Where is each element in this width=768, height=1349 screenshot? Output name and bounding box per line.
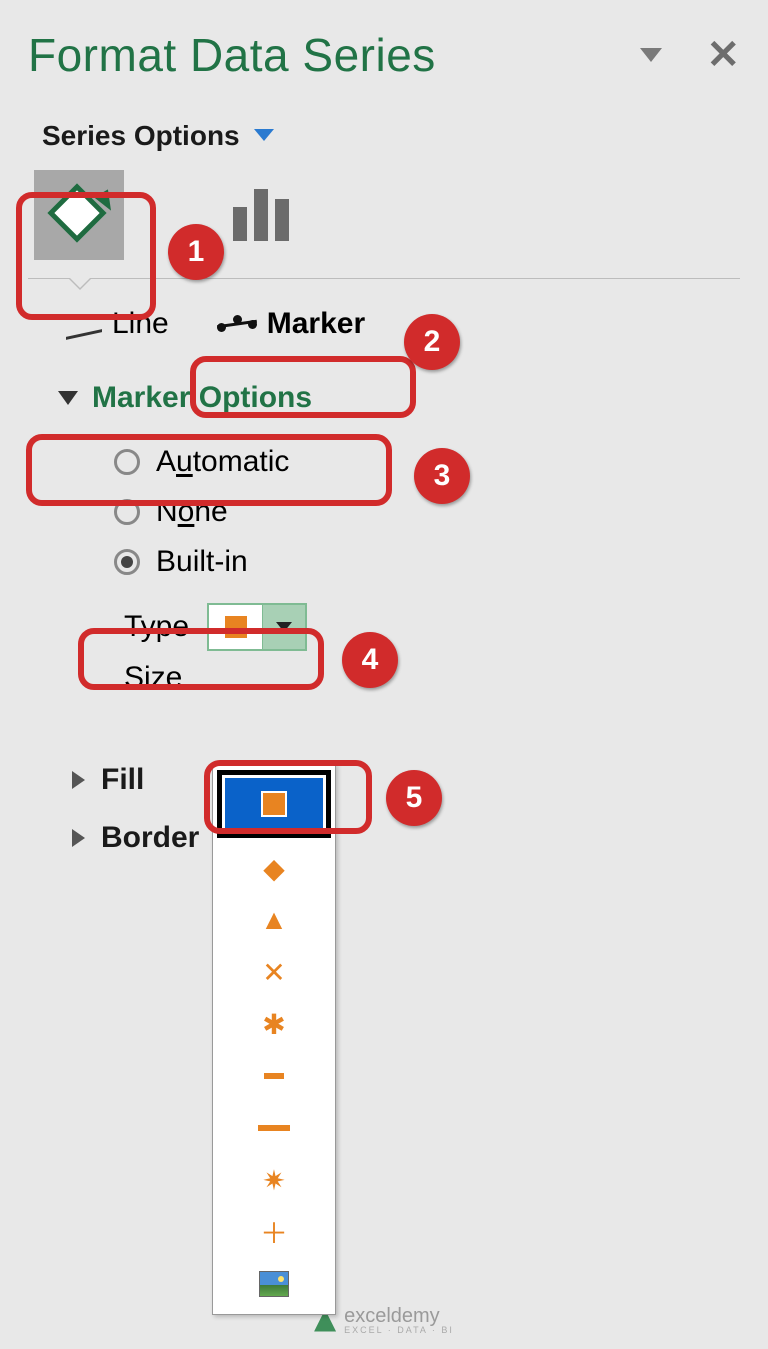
radio-none-label: None bbox=[156, 495, 228, 529]
bar-chart-icon bbox=[233, 189, 289, 241]
radio-icon bbox=[114, 499, 140, 525]
radio-built-in[interactable]: Built-in bbox=[28, 537, 740, 587]
dropdown-item-star[interactable]: ✷ bbox=[213, 1154, 335, 1206]
fill-and-line-tab[interactable] bbox=[34, 170, 124, 260]
fill-label: Fill bbox=[101, 763, 144, 797]
chevron-down-icon bbox=[254, 129, 274, 144]
tab-marker-label: Marker bbox=[267, 307, 365, 341]
marker-type-dropdown[interactable]: ◆ ▲ ✕ ✱ ✷ ＋ bbox=[212, 763, 336, 1315]
series-options-menu[interactable]: Series Options bbox=[28, 120, 740, 152]
tab-line[interactable]: Line bbox=[56, 303, 179, 345]
panel-options-dropdown-icon[interactable] bbox=[640, 48, 662, 62]
border-label: Border bbox=[101, 821, 199, 855]
dropdown-item-short-dash[interactable] bbox=[213, 1050, 335, 1102]
marker-icon bbox=[217, 312, 257, 336]
radio-none[interactable]: None bbox=[28, 487, 740, 537]
dropdown-item-diamond[interactable]: ◆ bbox=[213, 842, 335, 894]
section-marker-options[interactable]: Marker Options bbox=[28, 373, 740, 423]
square-marker-icon bbox=[225, 616, 247, 638]
radio-automatic-label: Automatic bbox=[156, 445, 289, 479]
radio-built-in-label: Built-in bbox=[156, 545, 248, 579]
marker-type-select[interactable] bbox=[207, 603, 307, 651]
size-label: Size bbox=[124, 661, 182, 695]
tab-line-label: Line bbox=[112, 307, 169, 341]
long-dash-icon bbox=[258, 1125, 290, 1131]
series-options-tab[interactable] bbox=[216, 170, 306, 260]
badge-2: 2 bbox=[404, 314, 460, 370]
section-border[interactable]: Border bbox=[28, 821, 740, 855]
dropdown-caret-icon bbox=[263, 605, 305, 649]
badge-5: 5 bbox=[386, 770, 442, 826]
dropdown-item-picture[interactable] bbox=[213, 1258, 335, 1310]
expand-triangle-icon bbox=[72, 771, 85, 789]
tab-marker[interactable]: Marker bbox=[207, 303, 375, 345]
badge-1: 1 bbox=[168, 224, 224, 280]
marker-options-label: Marker Options bbox=[92, 381, 312, 415]
radio-automatic[interactable]: Automatic bbox=[28, 437, 740, 487]
badge-4: 4 bbox=[342, 632, 398, 688]
dropdown-item-long-dash[interactable] bbox=[213, 1102, 335, 1154]
radio-icon bbox=[114, 549, 140, 575]
close-icon[interactable]: ✕ bbox=[706, 35, 740, 75]
dropdown-item-asterisk[interactable]: ✱ bbox=[213, 998, 335, 1050]
expand-triangle-icon bbox=[72, 829, 85, 847]
dropdown-item-square[interactable] bbox=[225, 778, 323, 830]
marker-type-preview bbox=[209, 605, 263, 649]
dropdown-item-plus[interactable]: ＋ bbox=[213, 1206, 335, 1258]
picture-icon bbox=[259, 1271, 289, 1297]
collapse-triangle-icon bbox=[58, 391, 78, 405]
type-label: Type bbox=[124, 610, 189, 644]
paint-bucket-icon bbox=[50, 186, 108, 244]
badge-3: 3 bbox=[414, 448, 470, 504]
section-fill[interactable]: Fill bbox=[28, 763, 740, 797]
radio-icon bbox=[114, 449, 140, 475]
square-marker-icon bbox=[263, 793, 285, 815]
panel-title: Format Data Series bbox=[28, 28, 436, 82]
watermark-name: exceldemy bbox=[344, 1306, 454, 1326]
dropdown-item-triangle[interactable]: ▲ bbox=[213, 894, 335, 946]
series-options-label: Series Options bbox=[42, 120, 240, 152]
line-icon bbox=[66, 312, 102, 336]
watermark-sub: EXCEL · DATA · BI bbox=[344, 1326, 454, 1335]
short-dash-icon bbox=[264, 1073, 284, 1079]
dropdown-item-x[interactable]: ✕ bbox=[213, 946, 335, 998]
